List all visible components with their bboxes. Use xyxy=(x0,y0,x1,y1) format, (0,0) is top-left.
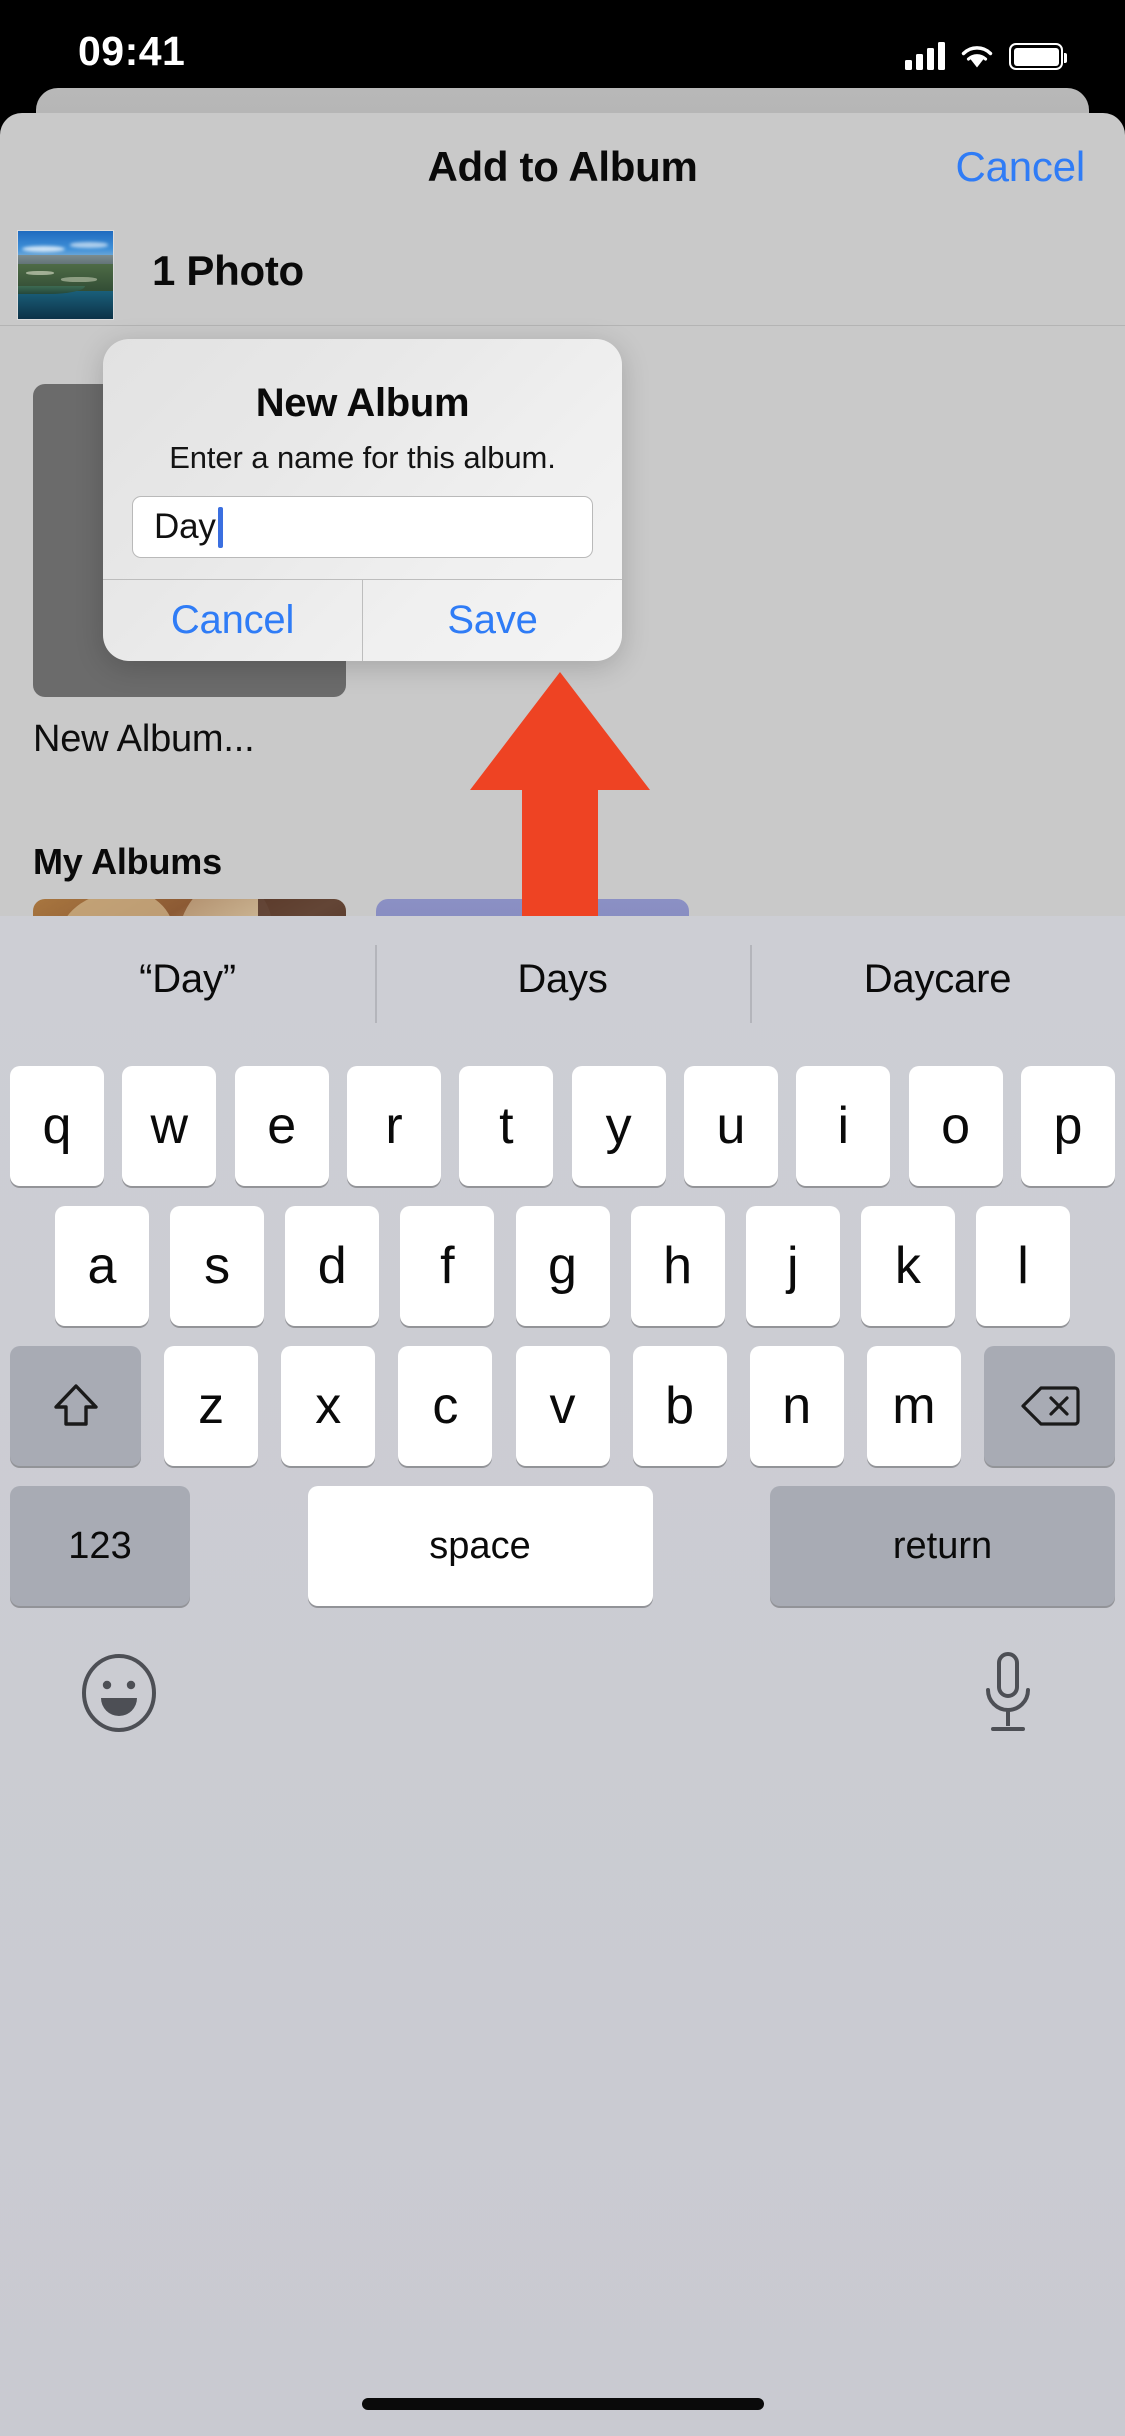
cancel-button[interactable]: Cancel xyxy=(955,143,1085,191)
sheet-navigation-bar: Add to Album Cancel xyxy=(0,113,1125,221)
alert-message: Enter a name for this album. xyxy=(169,440,556,475)
keyboard-bottom-bar xyxy=(0,1636,1125,1776)
key-f[interactable]: f xyxy=(400,1206,495,1326)
key-z[interactable]: z xyxy=(164,1346,259,1466)
key-m[interactable]: m xyxy=(866,1346,961,1466)
new-album-alert: New Album Enter a name for this album. D… xyxy=(103,339,622,661)
new-album-label: New Album... xyxy=(33,718,255,760)
key-k[interactable]: k xyxy=(860,1206,955,1326)
return-key[interactable]: return xyxy=(770,1486,1115,1606)
key-n[interactable]: n xyxy=(749,1346,844,1466)
key-h[interactable]: h xyxy=(630,1206,725,1326)
suggestion-0[interactable]: “Day” xyxy=(0,957,375,1002)
key-a[interactable]: a xyxy=(55,1206,149,1326)
key-r[interactable]: r xyxy=(346,1066,441,1186)
photo-thumbnail xyxy=(18,231,113,319)
onscreen-keyboard: “Day” Days Daycare q w e r t y u i o p a… xyxy=(0,916,1125,2436)
wifi-icon xyxy=(959,42,995,70)
suggestion-2[interactable]: Daycare xyxy=(750,944,1125,1023)
key-y[interactable]: y xyxy=(571,1066,666,1186)
photo-count-label: 1 Photo xyxy=(152,247,304,294)
key-s[interactable]: s xyxy=(170,1206,265,1326)
key-b[interactable]: b xyxy=(632,1346,727,1466)
keyboard-row-2: a s d f g h j k l xyxy=(0,1206,1125,1326)
key-i[interactable]: i xyxy=(796,1066,891,1186)
keyboard-row-3: z x c v b n m xyxy=(0,1346,1125,1466)
iphone-screen: 09:41 Add to Album Cancel 1 Photo New Al… xyxy=(0,0,1125,2436)
numbers-key[interactable]: 123 xyxy=(10,1486,190,1606)
microphone-icon[interactable] xyxy=(973,1650,1043,1736)
emoji-smiley-icon[interactable] xyxy=(80,1654,158,1732)
key-w[interactable]: w xyxy=(122,1066,217,1186)
autocorrect-suggestion-bar: “Day” Days Daycare xyxy=(0,916,1125,1042)
alert-title: New Album xyxy=(255,381,470,425)
shift-arrow-icon[interactable] xyxy=(10,1346,141,1466)
album-name-input-value: Day xyxy=(154,507,216,546)
key-t[interactable]: t xyxy=(459,1066,554,1186)
my-albums-heading: My Albums xyxy=(33,841,222,882)
battery-icon xyxy=(1009,43,1067,70)
key-v[interactable]: v xyxy=(515,1346,610,1466)
key-j[interactable]: j xyxy=(745,1206,840,1326)
keyboard-row-1: q w e r t y u i o p xyxy=(0,1066,1125,1186)
status-time: 09:41 xyxy=(78,28,186,74)
key-x[interactable]: x xyxy=(281,1346,376,1466)
signal-bars-icon xyxy=(905,42,945,70)
delete-backspace-icon[interactable] xyxy=(984,1346,1115,1466)
alert-button-bar: Cancel Save xyxy=(103,579,622,661)
alert-cancel-button[interactable]: Cancel xyxy=(103,580,362,661)
key-e[interactable]: e xyxy=(234,1066,329,1186)
key-o[interactable]: o xyxy=(908,1066,1003,1186)
keyboard-row-4: 123 space return xyxy=(0,1486,1125,1606)
text-caret xyxy=(217,506,223,548)
status-bar: 09:41 xyxy=(0,0,1125,100)
suggestion-1[interactable]: Days xyxy=(375,944,750,1023)
alert-save-button[interactable]: Save xyxy=(362,580,622,661)
key-l[interactable]: l xyxy=(976,1206,1070,1326)
album-name-input[interactable]: Day xyxy=(132,496,593,558)
key-u[interactable]: u xyxy=(683,1066,778,1186)
selected-photos-row: 1 Photo xyxy=(0,221,1125,326)
key-d[interactable]: d xyxy=(285,1206,380,1326)
status-indicators xyxy=(905,36,1067,70)
key-g[interactable]: g xyxy=(515,1206,610,1326)
key-q[interactable]: q xyxy=(10,1066,104,1186)
space-key[interactable]: space xyxy=(307,1486,653,1606)
key-c[interactable]: c xyxy=(398,1346,493,1466)
home-indicator-bar[interactable] xyxy=(361,2398,764,2410)
key-p[interactable]: p xyxy=(1020,1066,1115,1186)
